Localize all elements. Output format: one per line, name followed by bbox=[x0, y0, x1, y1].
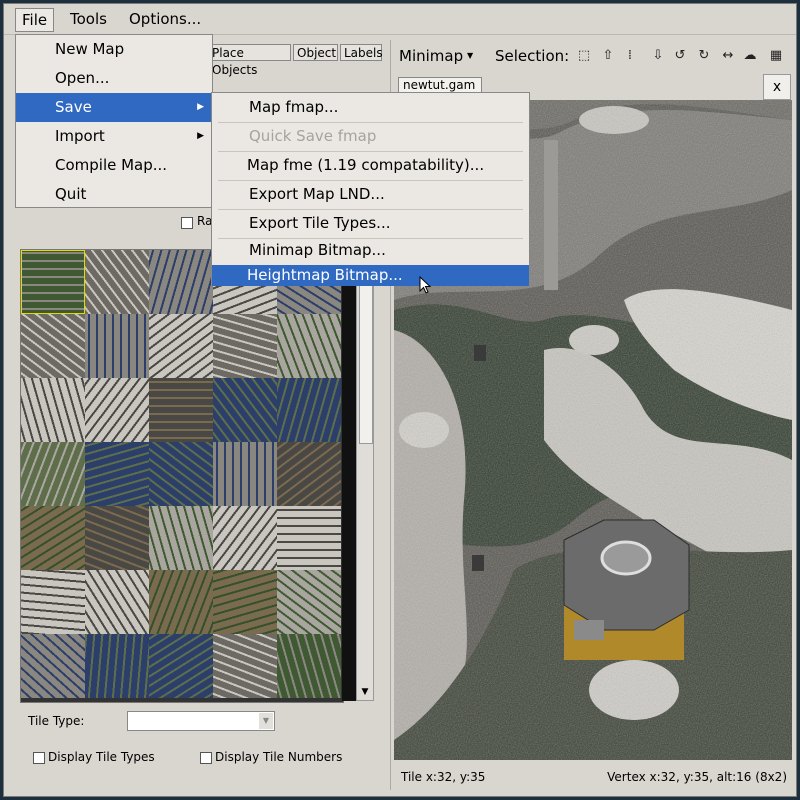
menu-item-compile-map[interactable]: Compile Map... bbox=[16, 151, 212, 180]
menu-item-heightmap-bitmap[interactable]: Heightmap Bitmap... bbox=[212, 265, 529, 286]
selection-label: Selection: bbox=[495, 47, 570, 65]
command-center[interactable] bbox=[563, 519, 690, 660]
terrain-tile[interactable] bbox=[149, 634, 213, 698]
terrain-tile[interactable] bbox=[213, 378, 277, 442]
chevron-down-icon[interactable]: ▼ bbox=[259, 713, 273, 729]
terrain-tile[interactable] bbox=[21, 570, 85, 634]
menubar: File Tools Options... bbox=[4, 4, 796, 35]
terrain-tile[interactable] bbox=[85, 634, 149, 698]
terrain-tile[interactable] bbox=[149, 250, 213, 314]
random-checkbox[interactable] bbox=[181, 217, 193, 229]
water-icon[interactable]: ☁ bbox=[743, 49, 757, 63]
mouse-cursor-icon bbox=[419, 276, 432, 294]
raise-icon[interactable]: ⇧ bbox=[601, 49, 615, 63]
terrain-tile[interactable] bbox=[149, 506, 213, 570]
file-menu: New Map Open... Save ▶ Import ▶ Compile … bbox=[15, 34, 213, 208]
rotate-left-icon[interactable]: ↺ bbox=[673, 49, 687, 63]
menu-item-export-lnd[interactable]: Export Map LND... bbox=[212, 180, 529, 209]
map-toolbar: Minimap ▼ Selection: ⬚ ⇧ ⁞ ⇩ ↺ ↻ ↔ ☁ ▦ bbox=[391, 40, 795, 70]
display-tile-types-checkbox[interactable] bbox=[33, 752, 45, 764]
menu-options[interactable]: Options... bbox=[129, 10, 201, 28]
lower-icon[interactable]: ⇩ bbox=[651, 49, 665, 63]
tab-labels[interactable]: Labels bbox=[340, 44, 383, 61]
terrain-tile[interactable] bbox=[21, 378, 85, 442]
tab-object[interactable]: Object bbox=[293, 44, 338, 61]
terrain-tile[interactable] bbox=[213, 314, 277, 378]
minimap-button[interactable]: Minimap bbox=[399, 47, 463, 65]
tile-type-label: Tile Type: bbox=[28, 714, 85, 728]
rotate-right-icon[interactable]: ↻ bbox=[697, 49, 711, 63]
terrain-tile[interactable] bbox=[85, 506, 149, 570]
unit-marker[interactable] bbox=[474, 345, 486, 361]
terrain-tile[interactable] bbox=[21, 314, 85, 378]
flip-horizontal-icon[interactable]: ↔ bbox=[721, 49, 735, 63]
terrain-tile[interactable] bbox=[277, 570, 341, 634]
terrain-tile[interactable] bbox=[85, 250, 149, 314]
terrain-tile[interactable] bbox=[21, 634, 85, 698]
menu-item-quit[interactable]: Quit bbox=[16, 180, 212, 209]
minimap-dropdown-icon[interactable]: ▼ bbox=[467, 51, 473, 60]
menu-item-export-tile-types[interactable]: Export Tile Types... bbox=[212, 209, 529, 238]
menu-tools[interactable]: Tools bbox=[70, 10, 107, 28]
terrain-tile[interactable] bbox=[277, 314, 341, 378]
menu-item-save[interactable]: Save ▶ bbox=[16, 93, 212, 122]
menu-item-import[interactable]: Import ▶ bbox=[16, 122, 212, 151]
terrain-tile[interactable] bbox=[85, 378, 149, 442]
display-tile-numbers-checkbox[interactable] bbox=[200, 752, 212, 764]
status-vertex: Vertex x:32, y:35, alt:16 (8x2) bbox=[607, 770, 787, 784]
menu-item-map-fme[interactable]: Map fme (1.19 compatability)... bbox=[212, 151, 529, 180]
terrain-tile[interactable] bbox=[213, 570, 277, 634]
terrain-tile[interactable] bbox=[277, 378, 341, 442]
submenu-arrow-icon: ▶ bbox=[197, 102, 204, 112]
select-rect-icon[interactable]: ⬚ bbox=[577, 49, 591, 63]
terrain-tile[interactable] bbox=[149, 570, 213, 634]
editor-window: File Tools Options... Place Objects Obje… bbox=[3, 3, 797, 797]
menu-item-open[interactable]: Open... bbox=[16, 64, 212, 93]
display-tile-numbers-label: Display Tile Numbers bbox=[215, 750, 343, 764]
tile-palette-gutter bbox=[342, 249, 356, 701]
submenu-arrow-icon: ▶ bbox=[197, 131, 204, 141]
terrain-tile[interactable] bbox=[213, 506, 277, 570]
close-file-button[interactable]: x bbox=[763, 74, 791, 100]
terrain-tile[interactable] bbox=[21, 250, 85, 314]
terrain-tile[interactable] bbox=[85, 442, 149, 506]
terrain-tile[interactable] bbox=[149, 442, 213, 506]
menu-file[interactable]: File bbox=[15, 8, 55, 32]
terrain-tile[interactable] bbox=[85, 570, 149, 634]
terrain-tile[interactable] bbox=[21, 442, 85, 506]
tab-place-objects[interactable]: Place Objects bbox=[208, 44, 291, 77]
terrain-tile[interactable] bbox=[277, 506, 341, 570]
unit-marker[interactable] bbox=[472, 555, 484, 571]
tile-palette[interactable] bbox=[20, 249, 344, 703]
terrain-tile[interactable] bbox=[213, 442, 277, 506]
terrain-tile[interactable] bbox=[21, 506, 85, 570]
terrain-tile[interactable] bbox=[149, 314, 213, 378]
fill-icon[interactable]: ⁞ bbox=[623, 49, 637, 63]
terrain-tile[interactable] bbox=[149, 378, 213, 442]
menu-item-save-label: Save bbox=[55, 98, 92, 116]
terrain-tile[interactable] bbox=[277, 442, 341, 506]
grid-icon[interactable]: ▦ bbox=[769, 49, 783, 63]
status-bar: Tile x:32, y:35 Vertex x:32, y:35, alt:1… bbox=[391, 762, 795, 788]
terrain-tile[interactable] bbox=[85, 314, 149, 378]
menu-item-new-map[interactable]: New Map bbox=[16, 35, 212, 64]
menu-item-quick-save: Quick Save fmap bbox=[249, 127, 377, 145]
status-tile: Tile x:32, y:35 bbox=[401, 770, 486, 784]
menu-item-minimap-bitmap[interactable]: Minimap Bitmap... bbox=[212, 238, 529, 263]
terrain-tile[interactable] bbox=[277, 634, 341, 698]
save-submenu: Map fmap... Quick Save fmap Map fme (1.1… bbox=[211, 92, 530, 286]
tile-palette-scrollbar[interactable]: ▼ bbox=[356, 249, 374, 701]
terrain-tile[interactable] bbox=[213, 634, 277, 698]
tile-type-select[interactable]: ▼ bbox=[127, 711, 275, 731]
menu-item-map-fmap[interactable]: Map fmap... bbox=[212, 93, 529, 122]
menu-item-import-label: Import bbox=[55, 127, 105, 145]
display-tile-types-label: Display Tile Types bbox=[48, 750, 155, 764]
scroll-down-arrow-icon[interactable]: ▼ bbox=[358, 685, 372, 699]
